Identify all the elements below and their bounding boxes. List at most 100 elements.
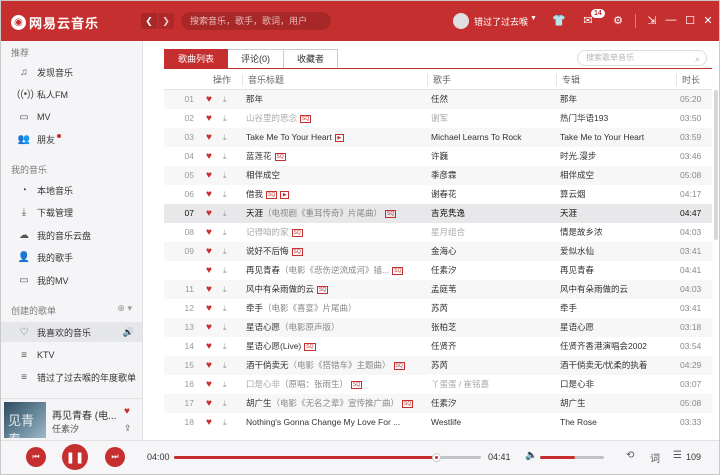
sidebar-item-discover[interactable]: ♫ 发现音乐 (1, 62, 142, 82)
heart-icon[interactable]: ♥ (206, 375, 212, 394)
mini-mode-button[interactable]: ⇲ (643, 11, 661, 29)
heart-icon[interactable]: ♥ (206, 299, 212, 318)
username[interactable]: 错过了过去喉 (474, 15, 528, 28)
col-artist[interactable]: 歌手 (427, 74, 557, 86)
song-album[interactable]: 时光.漫步 (560, 147, 678, 166)
song-title-cell[interactable]: 口是心非（原唱：张雨生） SQ (246, 375, 426, 394)
lyrics-icon[interactable]: 词 (650, 450, 660, 465)
song-row[interactable]: 15 ♥ ⤓ 酒干倘卖无（电影《搭错车》主题曲） SQ 苏芮 酒干倘卖无/忧柔的执着 04:2… (164, 356, 712, 375)
song-album[interactable]: Take Me to Your Heart (560, 128, 678, 147)
song-title-cell[interactable]: 说好不后悔 SQ (246, 242, 426, 261)
song-title-cell[interactable]: 再见青春（电影《悲伤逆流成河》插... SQ (246, 261, 426, 280)
song-album[interactable]: 再见青春 (560, 261, 678, 280)
pause-button[interactable]: ❚❚ (62, 444, 88, 470)
song-title-cell[interactable]: 蓝莲花 SQ (246, 147, 426, 166)
prev-button[interactable]: ⏮ (26, 447, 46, 467)
song-artist[interactable]: Michael Learns To Rock (431, 128, 557, 147)
sidebar-item-friends[interactable]: 👥 朋友 (1, 129, 142, 149)
song-title-cell[interactable]: 星语心愿(Live) SQ (246, 337, 426, 356)
download-icon[interactable]: ⤓ (223, 242, 227, 261)
song-title-cell[interactable]: 星语心愿（电影原声版） (246, 318, 426, 337)
heart-icon[interactable]: ♥ (206, 356, 212, 375)
song-title-cell[interactable]: 山谷里的思念 SQ (246, 109, 426, 128)
song-title-cell[interactable]: 牵手（电影《喜宴》片尾曲） (246, 299, 426, 318)
song-album[interactable]: 热门华语193 (560, 109, 678, 128)
sidebar-item-liked-music[interactable]: ♡ 我喜欢的音乐 🔊 (1, 322, 142, 342)
back-button[interactable]: ❮ (141, 13, 157, 29)
col-duration[interactable]: 时长 (676, 74, 712, 86)
tab-collectors[interactable]: 收藏者 (284, 49, 339, 69)
song-row[interactable]: 07 ♥ ⤓ 天涯（电视剧《重耳传奇》片尾曲） SQ 吉克隽逸 天涯 04:47 (164, 204, 712, 223)
download-icon[interactable]: ⤓ (223, 413, 227, 432)
heart-icon[interactable]: ♥ (206, 147, 212, 166)
progress-bar[interactable] (174, 453, 481, 462)
song-album[interactable]: 牵手 (560, 299, 678, 318)
song-artist[interactable]: 任素汐 (431, 394, 557, 413)
song-artist[interactable]: 谢军 (431, 109, 557, 128)
col-album[interactable]: 专辑 (556, 74, 676, 86)
like-heart-icon[interactable]: ♥ (124, 406, 130, 417)
song-album[interactable]: 口是心非 (560, 375, 678, 394)
sidebar-item-artists[interactable]: 👤 我的歌手 (1, 247, 142, 267)
song-artist[interactable]: 星月组合 (431, 223, 557, 242)
heart-icon[interactable]: ♥ (206, 223, 212, 242)
song-album[interactable]: 任贤齐香港演唱会2002 (560, 337, 678, 356)
sidebar-item-my-mv[interactable]: ▭ 我的MV (1, 270, 142, 290)
song-album[interactable]: 那年 (560, 90, 678, 109)
share-icon[interactable]: ⇪ (124, 423, 132, 434)
collapse-icon[interactable]: ▾ (127, 303, 132, 313)
download-icon[interactable]: ⤓ (223, 109, 227, 128)
song-row[interactable]: 13 ♥ ⤓ 星语心愿（电影原声版） 张柏芝 星语心愿 03:18 (164, 318, 712, 337)
maximize-button[interactable]: ☐ (681, 11, 699, 29)
song-row[interactable]: 02 ♥ ⤓ 山谷里的思念 SQ 谢军 热门华语193 03:50 (164, 109, 712, 128)
download-icon[interactable]: ⤓ (223, 394, 227, 413)
song-artist[interactable]: Westlife (431, 413, 557, 432)
song-album[interactable]: 爱似水仙 (560, 242, 678, 261)
sidebar-item-fm[interactable]: ((•)) 私人FM (1, 84, 142, 104)
download-icon[interactable]: ⤓ (223, 185, 227, 204)
song-title-cell[interactable]: 记得咱的家 SQ (246, 223, 426, 242)
mv-icon[interactable]: ▶ (334, 134, 344, 142)
playlist-queue-icon[interactable]: ☰ (673, 450, 682, 461)
app-logo[interactable]: ◉ 网易云音乐 (11, 13, 99, 32)
volume-slider[interactable] (540, 456, 604, 459)
sidebar-item-mv[interactable]: ▭ MV (1, 107, 142, 127)
sidebar-item-ktv[interactable]: ≡ KTV (1, 345, 142, 365)
download-icon[interactable]: ⤓ (223, 204, 227, 223)
song-artist[interactable]: 谢春花 (431, 185, 557, 204)
song-row[interactable]: 16 ♥ ⤓ 口是心非（原唱：张雨生） SQ 丫蛋蛋 / 崔铭嘉 口是心非 03:07 (164, 375, 712, 394)
song-title-cell[interactable]: 酒干倘卖无（电影《搭错车》主题曲） SQ (246, 356, 426, 375)
song-row[interactable]: 05 ♥ ⤓ 相伴成空 季彦霖 相伴成空 05:08 (164, 166, 712, 185)
avatar[interactable] (453, 13, 469, 29)
song-artist[interactable]: 苏芮 (431, 356, 557, 375)
sidebar-item-cloud[interactable]: ☁ 我的音乐云盘 (1, 225, 142, 245)
song-album[interactable]: 星语心愿 (560, 318, 678, 337)
song-title-cell[interactable]: Take Me To Your Heart ▶ (246, 128, 426, 147)
heart-icon[interactable]: ♥ (206, 128, 212, 147)
song-row[interactable]: 🔊♥⤓再见青春（电影《悲伤逆流成河》插...SQ任素汐再见青春04:41 (164, 261, 712, 280)
song-album[interactable]: 算云烟 (560, 185, 678, 204)
progress-handle[interactable] (431, 453, 441, 462)
song-title-cell[interactable]: 那年 (246, 90, 426, 109)
song-row[interactable]: 06 ♥ ⤓ 借我 SQ ▶ 谢春花 算云烟 04:17 (164, 185, 712, 204)
song-search-input[interactable]: 搜索歌单音乐 ⌕ (577, 50, 707, 66)
song-title-cell[interactable]: 天涯（电视剧《重耳传奇》片尾曲） SQ (246, 204, 426, 223)
song-artist[interactable]: 金海心 (431, 242, 557, 261)
song-album[interactable]: 天涯 (560, 204, 678, 223)
song-artist[interactable]: 任素汐 (431, 261, 557, 280)
download-icon[interactable]: ⤓ (223, 223, 227, 242)
song-row[interactable]: 03 ♥ ⤓ Take Me To Your Heart ▶ Michael Learns… (164, 128, 712, 147)
forward-button[interactable]: ❯ (158, 13, 174, 29)
sidebar-item-downloads[interactable]: ⤓ 下载管理 (1, 202, 142, 222)
song-album[interactable]: The Rose (560, 413, 678, 432)
download-icon[interactable]: ⤓ (223, 318, 227, 337)
song-row[interactable]: 04 ♥ ⤓ 蓝莲花 SQ 许巍 时光.漫步 03:46 (164, 147, 712, 166)
heart-icon[interactable]: ♥ (206, 413, 212, 432)
song-title-cell[interactable]: 借我 SQ ▶ (246, 185, 426, 204)
heart-icon[interactable]: ♥ (206, 318, 212, 337)
download-icon[interactable]: ⤓ (223, 299, 227, 318)
song-artist[interactable]: 苏芮 (431, 299, 557, 318)
song-artist[interactable]: 任然 (431, 90, 557, 109)
song-row[interactable]: 08 ♥ ⤓ 记得咱的家 SQ 星月组合 情是故乡浓 04:03 (164, 223, 712, 242)
download-icon[interactable]: ⤓ (223, 128, 227, 147)
